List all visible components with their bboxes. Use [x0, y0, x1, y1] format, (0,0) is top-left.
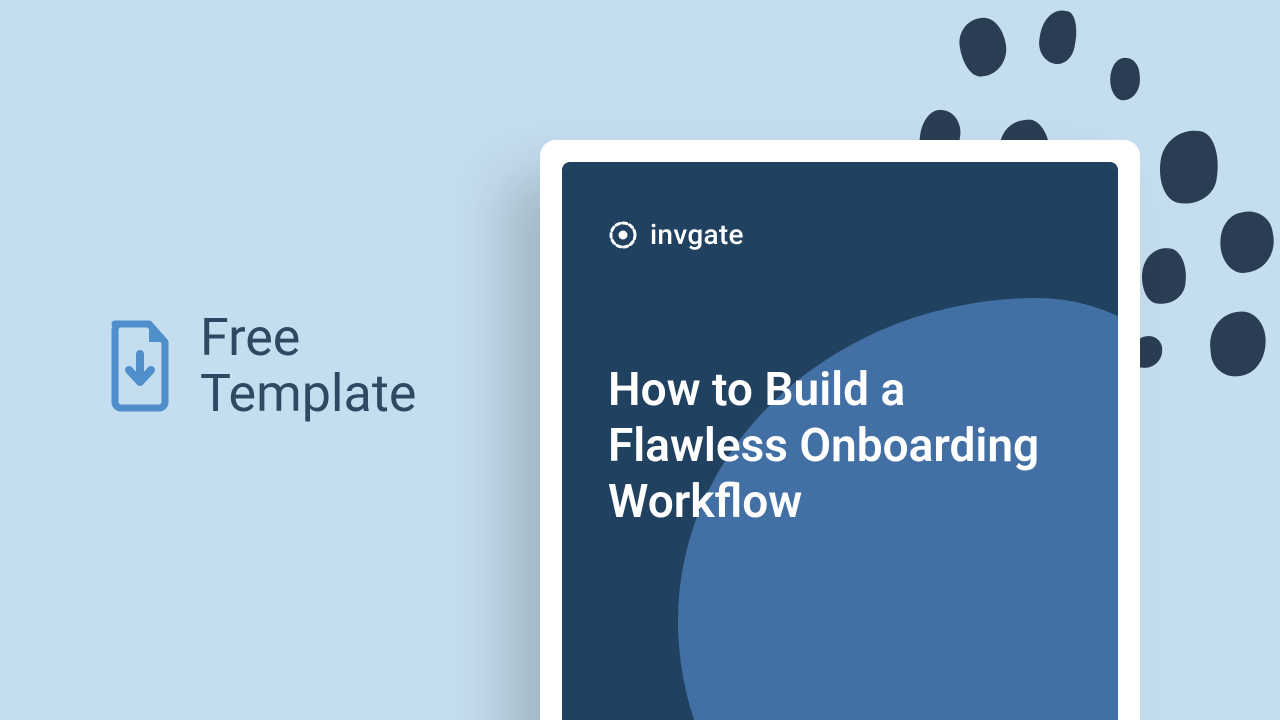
spot: [1207, 309, 1269, 379]
brand-logo-icon: [608, 220, 638, 250]
card-title: How to Build a Flawless Onboarding Workf…: [608, 362, 1078, 530]
spot: [956, 15, 1010, 79]
template-card: invgate How to Build a Flawless Onboardi…: [540, 140, 1140, 720]
spot: [1215, 208, 1279, 276]
free-template-label: Free Template: [105, 310, 416, 422]
template-card-inner: invgate How to Build a Flawless Onboardi…: [562, 162, 1118, 720]
brand-name: invgate: [650, 218, 744, 251]
spot: [1140, 246, 1189, 306]
spot: [1108, 57, 1142, 102]
free-template-text: Free Template: [200, 310, 416, 422]
spot: [1155, 126, 1223, 207]
spot: [1036, 7, 1081, 66]
free-template-line2: Template: [200, 366, 416, 422]
document-download-icon: [105, 320, 175, 412]
free-template-line1: Free: [200, 310, 416, 366]
brand: invgate: [608, 218, 744, 251]
